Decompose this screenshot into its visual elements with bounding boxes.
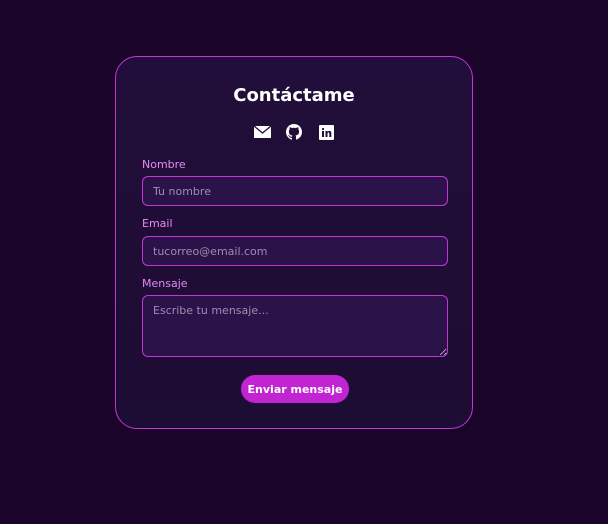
message-textarea[interactable] — [142, 295, 448, 357]
linkedin-icon[interactable] — [317, 124, 335, 140]
email-input[interactable] — [142, 236, 448, 266]
email-icon[interactable] — [253, 124, 271, 140]
message-label: Mensaje — [142, 277, 188, 290]
name-input[interactable] — [142, 176, 448, 206]
contact-card: Contáctame Nombre Email Mensaje Enviar m… — [115, 56, 473, 429]
github-icon[interactable] — [285, 124, 303, 140]
name-label: Nombre — [142, 158, 186, 171]
page-title: Contáctame — [233, 85, 355, 106]
submit-button[interactable]: Enviar mensaje — [241, 375, 349, 403]
email-label: Email — [142, 217, 173, 230]
social-links — [116, 124, 472, 140]
